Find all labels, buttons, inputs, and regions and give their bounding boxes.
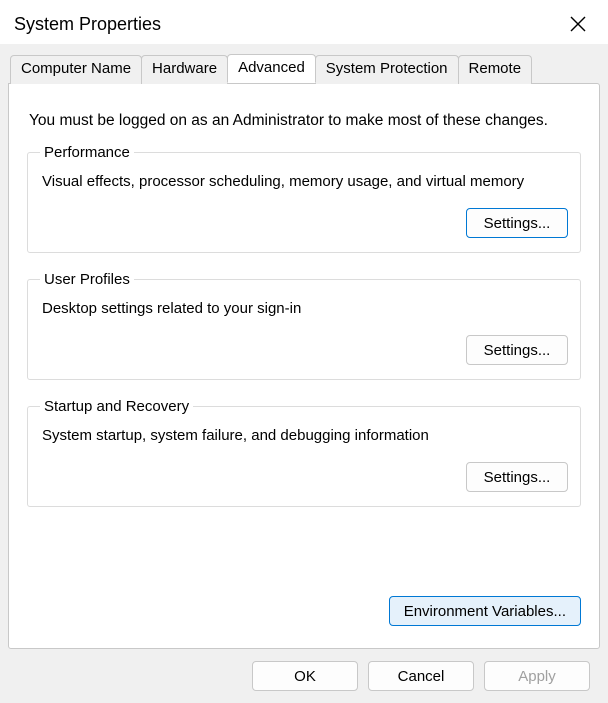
performance-settings-button[interactable]: Settings... xyxy=(466,208,568,238)
user-profiles-group: User Profiles Desktop settings related t… xyxy=(27,271,581,380)
environment-variables-button[interactable]: Environment Variables... xyxy=(389,596,581,626)
close-button[interactable] xyxy=(556,6,600,42)
system-properties-window: System Properties Computer Name Hardware… xyxy=(0,0,608,703)
ok-button[interactable]: OK xyxy=(252,661,358,691)
apply-button[interactable]: Apply xyxy=(484,661,590,691)
startup-recovery-group: Startup and Recovery System startup, sys… xyxy=(27,398,581,507)
startup-recovery-desc: System startup, system failure, and debu… xyxy=(42,427,568,444)
dialog-button-row: OK Cancel Apply xyxy=(8,649,600,695)
user-profiles-settings-button[interactable]: Settings... xyxy=(466,335,568,365)
tab-strip: Computer Name Hardware Advanced System P… xyxy=(10,54,600,83)
tab-system-protection[interactable]: System Protection xyxy=(315,55,459,84)
tab-computer-name[interactable]: Computer Name xyxy=(10,55,142,84)
tab-remote[interactable]: Remote xyxy=(458,55,533,84)
window-title: System Properties xyxy=(14,14,161,35)
close-icon xyxy=(570,16,586,32)
user-profiles-desc: Desktop settings related to your sign-in xyxy=(42,300,568,317)
user-profiles-legend: User Profiles xyxy=(40,271,134,288)
tab-page-advanced: You must be logged on as an Administrato… xyxy=(8,83,600,649)
tab-advanced[interactable]: Advanced xyxy=(227,54,316,83)
startup-recovery-settings-button[interactable]: Settings... xyxy=(466,462,568,492)
tab-hardware[interactable]: Hardware xyxy=(141,55,228,84)
startup-recovery-legend: Startup and Recovery xyxy=(40,398,193,415)
performance-group: Performance Visual effects, processor sc… xyxy=(27,144,581,253)
performance-desc: Visual effects, processor scheduling, me… xyxy=(42,173,568,190)
dialog-body: Computer Name Hardware Advanced System P… xyxy=(0,44,608,703)
cancel-button[interactable]: Cancel xyxy=(368,661,474,691)
titlebar: System Properties xyxy=(0,0,608,44)
performance-legend: Performance xyxy=(40,144,134,161)
admin-note: You must be logged on as an Administrato… xyxy=(29,112,579,130)
